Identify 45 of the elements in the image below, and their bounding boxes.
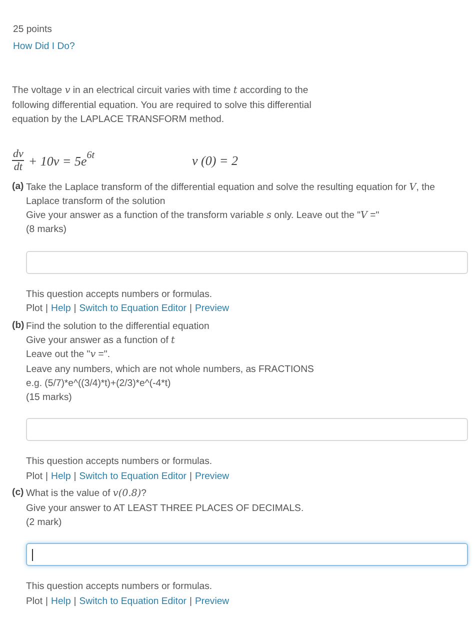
help-link[interactable]: Switch to Equation Editor [79,470,186,482]
plot-label: Plot [26,303,43,314]
separator: | [74,303,76,314]
answer-field[interactable] [26,418,468,442]
question-text: Give your answer as a function of the transform variable s only. Leave out the "V =" [26,209,380,224]
question-text: (15 marks) [26,391,73,406]
help-link[interactable]: Switch to Equation Editor [79,596,186,607]
help-link[interactable]: Switch to Equation Editor [79,303,186,314]
plot-label: Plot [26,470,43,482]
initial-condition: v (0) = 2 [192,152,238,168]
question-text: What is the value of v(0.8)? [26,487,148,502]
help-text: This question accepts numbers or formulas. [26,580,214,594]
help-link[interactable]: Help [51,303,71,314]
help-text: This question accepts numbers or formulas. [26,455,214,470]
question-text: Give your answer to AT LEAST THREE PLACES OF DECIMALS. [26,502,305,516]
separator: | [74,470,76,482]
part-label: (a) [12,180,25,194]
answer-field[interactable] [26,250,468,274]
feedback-link[interactable]: How Did I Do? [13,39,75,55]
problem-text: The voltage v in an electrical circuit varies with time t according to the following differential equation. You are required to solve this differential equation by the LAPLACE TRANSFORM method. [12,84,312,127]
separator: | [74,596,76,607]
part-label: (b) [12,320,26,333]
help-text: This question accepts numbers or formulas. [26,288,214,302]
separator: | [46,596,48,607]
question-text: Give your answer as a function of t [26,334,176,348]
help-link[interactable]: Help [51,596,71,607]
help-link[interactable]: Preview [194,303,230,314]
plot-label: Plot [26,596,43,607]
help-link[interactable]: Preview [194,596,230,607]
question-text: (8 marks) [26,223,68,238]
question-text: (2 mark) [26,516,63,530]
points-label: 25 points [13,23,53,37]
question-text: e.g. (5/7)*e^((3/4)*t)+(2/3)*e^(-4*t) [26,376,172,391]
help-link[interactable]: Help [51,470,71,482]
part-label: (c) [12,487,25,500]
separator: | [189,596,192,607]
separator: | [46,470,48,482]
question-text: Leave any numbers, which are not whole numbers, as FRACTIONS [26,362,315,377]
separator: | [189,303,192,314]
answer-field[interactable] [26,543,468,566]
question-text: Find the solution to the differential equation [26,320,210,334]
separator: | [46,303,48,314]
help-link[interactable]: Preview [194,470,230,482]
question-text: Leave out the "v =". [26,348,111,362]
separator: | [189,470,192,482]
